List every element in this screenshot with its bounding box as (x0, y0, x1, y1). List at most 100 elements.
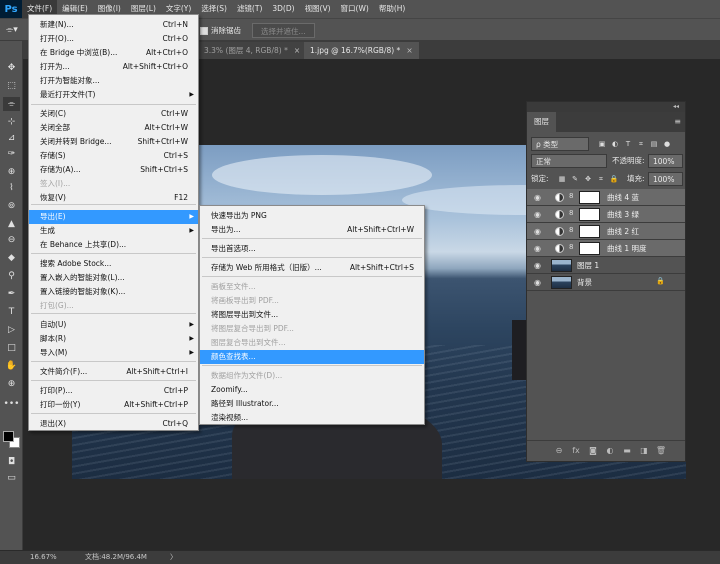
file-menu-item[interactable]: 打开为智能对象... (29, 74, 198, 88)
close-icon[interactable]: × (406, 46, 412, 55)
layer-row[interactable]: ◉ 背景 🔒 (527, 274, 685, 291)
lock-option-icon[interactable]: ⌗ (596, 174, 606, 184)
file-menu-item[interactable]: 恢复(V) F12 (29, 191, 198, 205)
file-menu-item[interactable]: 导出(E) ▶ (29, 210, 198, 224)
layer-row[interactable]: ◉ 8 曲线 2 红 (527, 223, 685, 240)
lock-option-icon[interactable]: ✥ (583, 174, 593, 184)
visibility-eye-icon[interactable]: ◉ (532, 226, 543, 237)
layer-name[interactable]: 曲线 3 绿 (607, 206, 639, 223)
tool-icon[interactable]: T (3, 305, 20, 319)
tool-icon[interactable]: ▷ (3, 323, 20, 337)
file-menu-item[interactable]: 在 Bridge 中浏览(B)... Alt+Ctrl+O (29, 46, 198, 60)
menu-item-9[interactable]: 窗口(W) (336, 0, 374, 18)
file-menu-item[interactable]: 打开为... Alt+Shift+Ctrl+O (29, 60, 198, 74)
magic-wand-tool-icon[interactable]: ⌯▾ (6, 23, 18, 38)
export-menu-item[interactable]: 导出为... Alt+Shift+Ctrl+W (200, 223, 424, 237)
menu-item-8[interactable]: 视图(V) (300, 0, 336, 18)
layer-filter-icon[interactable]: ▣ (597, 139, 607, 149)
quick-mask-icon[interactable]: ◘ (3, 455, 20, 469)
export-menu-item[interactable]: 快速导出为 PNG (200, 209, 424, 223)
panel-footer-icon[interactable]: ◙ (587, 445, 599, 457)
link-chain-icon[interactable]: 8 (569, 226, 573, 234)
layer-name[interactable]: 背景 (577, 274, 592, 291)
foreground-color-swatch[interactable] (3, 431, 14, 442)
export-menu-item[interactable]: 存储为 Web 所用格式（旧版）... Alt+Shift+Ctrl+S (200, 261, 424, 275)
collapse-icon[interactable]: ◂◂ (673, 102, 679, 112)
menu-item-7[interactable]: 3D(D) (267, 0, 299, 18)
file-menu-item[interactable]: 打印一份(Y) Alt+Shift+Ctrl+P (29, 398, 198, 412)
layer-filter-icon[interactable]: ◐ (610, 139, 620, 149)
export-menu-item[interactable]: 渲染视频... (200, 411, 424, 425)
fill-input[interactable]: 100% (648, 172, 683, 186)
tool-icon[interactable]: ⊿ (3, 131, 20, 145)
lock-option-icon[interactable]: ✎ (570, 174, 580, 184)
anti-alias-toggle[interactable]: 消除锯齿 (200, 23, 241, 38)
layer-mask-thumbnail[interactable] (579, 208, 600, 221)
file-menu-item[interactable]: 关闭并转到 Bridge... Shift+Ctrl+W (29, 135, 198, 149)
export-menu-item[interactable]: 将图层导出到文件... (200, 308, 424, 322)
panel-collapse-strip[interactable]: ◂◂ (527, 102, 685, 112)
tool-icon[interactable]: □ (3, 341, 20, 355)
export-menu-item[interactable]: Zoomify... (200, 383, 424, 397)
layer-thumbnail[interactable] (551, 259, 572, 272)
layer-filter-icon[interactable]: ● (662, 139, 672, 149)
tool-icon[interactable]: ••• (3, 397, 20, 411)
tool-icon[interactable]: ⊖ (3, 233, 20, 247)
layer-name[interactable]: 曲线 2 红 (607, 223, 639, 240)
tool-icon[interactable]: ✥ (3, 61, 20, 75)
file-menu-item[interactable]: 置入链接的智能对象(K)... (29, 285, 198, 299)
layer-filter-icon[interactable]: ▤ (649, 139, 659, 149)
tool-icon[interactable]: ⊕ (3, 165, 20, 179)
file-menu-item[interactable]: 打印(P)... Ctrl+P (29, 384, 198, 398)
layer-filter-icon[interactable]: T (623, 139, 633, 149)
tool-icon[interactable]: ▲ (3, 217, 20, 231)
file-menu-item[interactable]: 关闭全部 Alt+Ctrl+W (29, 121, 198, 135)
layer-row[interactable]: ◉ 8 曲线 4 蓝 (527, 189, 685, 206)
tab-document-2[interactable]: 1.jpg @ 16.7%(RGB/8) * × (304, 42, 419, 59)
tool-icon[interactable]: ✋ (3, 359, 20, 373)
anti-alias-checkbox[interactable] (200, 27, 208, 35)
layer-mask-thumbnail[interactable] (579, 191, 600, 204)
tool-icon[interactable]: ✒ (3, 287, 20, 301)
layer-filter-icon[interactable]: ⌗ (636, 139, 646, 149)
file-menu-item[interactable]: 打开(O)... Ctrl+O (29, 32, 198, 46)
menu-item-5[interactable]: 选择(S) (196, 0, 232, 18)
tool-icon[interactable]: ⌇ (3, 181, 20, 195)
close-icon[interactable]: × (294, 46, 300, 55)
file-menu-item[interactable]: 文件简介(F)... Alt+Shift+Ctrl+I (29, 365, 198, 379)
panel-footer-icon[interactable]: 🗑 (655, 445, 667, 457)
layer-filter-select[interactable]: ρ 类型 (531, 137, 589, 151)
file-menu-item[interactable]: 存储为(A)... Shift+Ctrl+S (29, 163, 198, 177)
link-chain-icon[interactable]: 8 (569, 209, 573, 217)
screen-mode-icon[interactable]: ▭ (3, 471, 20, 485)
lock-option-icon[interactable]: ▦ (557, 174, 567, 184)
layer-name[interactable]: 曲线 1 明度 (607, 240, 647, 257)
tab-layers[interactable]: 图层 (527, 112, 556, 132)
layer-thumbnail[interactable] (551, 276, 572, 289)
file-menu-item[interactable]: 脚本(R) ▶ (29, 332, 198, 346)
tool-icon[interactable]: ⬚ (3, 79, 20, 93)
layer-row[interactable]: ◉ 图层 1 (527, 257, 685, 274)
layer-mask-thumbnail[interactable] (579, 242, 600, 255)
layer-row[interactable]: ◉ 8 曲线 3 绿 (527, 206, 685, 223)
select-and-mask-button[interactable]: 选择并遮住... (252, 23, 315, 38)
file-menu-item[interactable]: 导入(M) ▶ (29, 346, 198, 360)
zoom-level[interactable]: 16.67% (30, 551, 57, 564)
tool-icon[interactable]: ◆ (3, 251, 20, 265)
tool-icon[interactable]: ⊚ (3, 199, 20, 213)
tool-icon[interactable]: ⊕ (3, 377, 20, 391)
layer-name[interactable]: 图层 1 (577, 257, 599, 274)
menu-item-6[interactable]: 滤镜(T) (232, 0, 267, 18)
file-menu-item[interactable]: 自动(U) ▶ (29, 318, 198, 332)
panel-footer-icon[interactable]: ◐ (604, 445, 616, 457)
visibility-eye-icon[interactable]: ◉ (532, 277, 543, 288)
lock-option-icon[interactable]: 🔒 (609, 174, 619, 184)
layer-row[interactable]: ◉ 8 曲线 1 明度 (527, 240, 685, 257)
lock-icon[interactable]: 🔒 (656, 277, 665, 285)
layer-mask-thumbnail[interactable] (579, 225, 600, 238)
visibility-eye-icon[interactable]: ◉ (532, 260, 543, 271)
visibility-eye-icon[interactable]: ◉ (532, 192, 543, 203)
file-menu-item[interactable]: 退出(X) Ctrl+Q (29, 417, 198, 431)
tab-document-1[interactable]: 3.3% (图层 4, RGB/8) * × (198, 42, 307, 59)
panel-footer-icon[interactable]: ⊖ (553, 445, 565, 457)
